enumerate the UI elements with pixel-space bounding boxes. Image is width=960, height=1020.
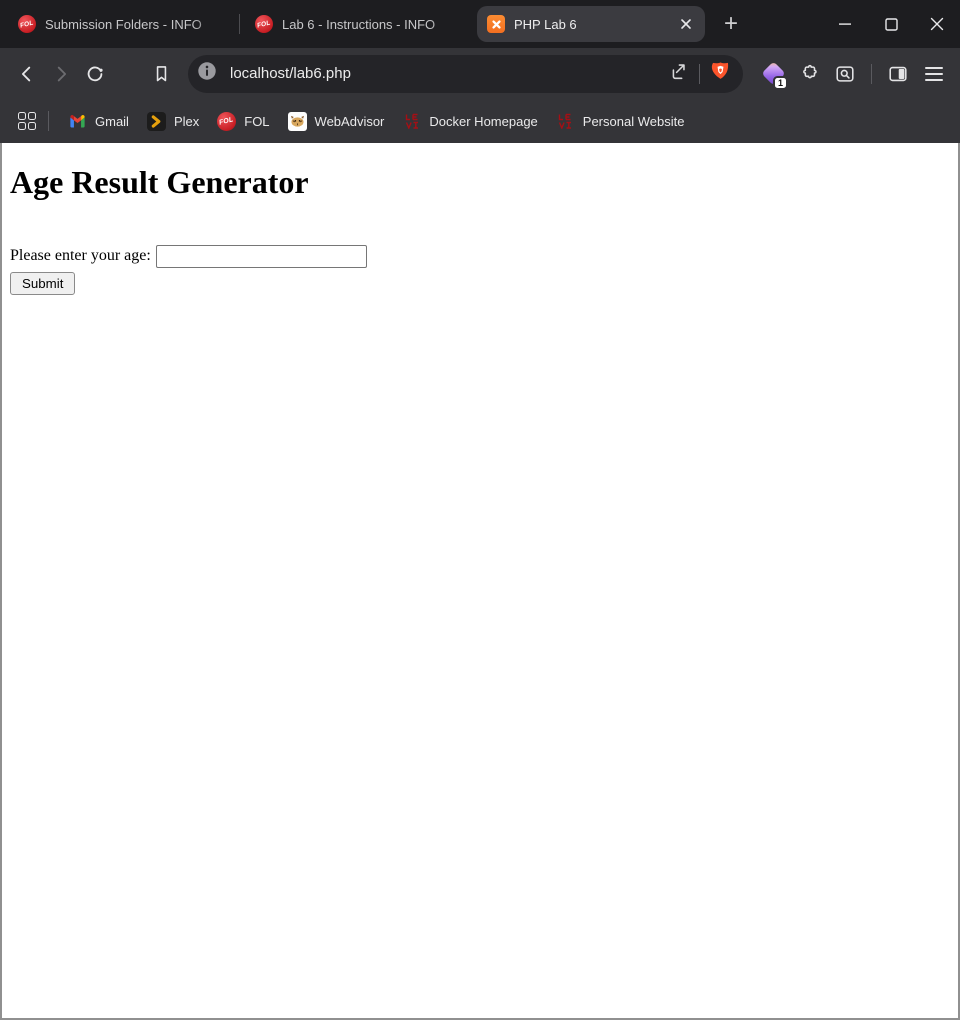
fol-favicon-icon: FOL <box>18 15 36 33</box>
toolbar-separator <box>871 64 872 84</box>
bookmark-fol[interactable]: FOL FOL <box>208 107 278 136</box>
window-controls <box>822 0 960 48</box>
tab-separator <box>239 14 240 34</box>
webadvisor-icon <box>288 112 307 131</box>
age-form: Please enter your age: Submit <box>10 245 950 295</box>
page-content: Age Result Generator Please enter your a… <box>0 143 960 1020</box>
gmail-icon <box>68 112 87 131</box>
new-tab-button[interactable]: + <box>715 8 747 40</box>
tab-title: Lab 6 - Instructions - INFO <box>282 17 461 32</box>
tab-title: Submission Folders - INFO <box>45 17 224 32</box>
url-bar[interactable]: localhost/lab6.php <box>188 55 743 93</box>
levi-logo-icon <box>556 112 575 131</box>
levi-logo-icon <box>402 112 421 131</box>
tab-submission-folders[interactable]: FOL Submission Folders - INFO <box>8 6 234 42</box>
bookmark-docker-homepage[interactable]: Docker Homepage <box>393 107 546 136</box>
back-icon[interactable] <box>10 57 44 91</box>
fol-favicon-text: FOL <box>20 19 35 29</box>
toolbar-right-cluster: 1 <box>757 58 950 90</box>
maximize-button[interactable] <box>868 0 914 48</box>
minimize-button[interactable] <box>822 0 868 48</box>
bookmark-label: Personal Website <box>583 114 685 129</box>
bookmark-label: Gmail <box>95 114 129 129</box>
plex-icon <box>147 112 166 131</box>
menu-hamburger-icon[interactable] <box>918 58 950 90</box>
bookmark-label: Plex <box>174 114 199 129</box>
bookmark-plex[interactable]: Plex <box>138 107 208 136</box>
navigation-toolbar: localhost/lab6.php <box>0 48 960 99</box>
tab-title: PHP Lab 6 <box>514 17 671 32</box>
extension-gem-icon[interactable]: 1 <box>757 58 789 90</box>
reload-icon[interactable] <box>78 57 112 91</box>
urlbar-separator <box>699 64 700 84</box>
apps-grid-icon[interactable] <box>12 106 42 136</box>
page-title: Age Result Generator <box>10 164 950 201</box>
tab-strip: FOL Submission Folders - INFO FOL Lab 6 … <box>0 0 960 48</box>
forward-icon[interactable] <box>44 57 78 91</box>
share-icon[interactable] <box>667 60 689 87</box>
site-info-icon[interactable] <box>196 60 218 87</box>
extensions-puzzle-icon[interactable] <box>793 58 825 90</box>
brave-shield-icon[interactable] <box>710 60 731 87</box>
url-text: localhost/lab6.php <box>230 65 667 82</box>
bookmark-webadvisor[interactable]: WebAdvisor <box>279 107 394 136</box>
age-input[interactable] <box>156 245 367 268</box>
bookmark-label: WebAdvisor <box>315 114 385 129</box>
bookmark-label: Docker Homepage <box>429 114 537 129</box>
fol-icon-text: FOL <box>219 116 235 126</box>
extension-badge: 1 <box>773 76 788 90</box>
bookmarks-bar: Gmail Plex FOL FOL <box>0 99 960 143</box>
fol-favicon-icon: FOL <box>255 15 273 33</box>
bookmark-gmail[interactable]: Gmail <box>59 107 138 136</box>
close-window-button[interactable] <box>914 0 960 48</box>
tab-php-lab6-active[interactable]: PHP Lab 6 <box>477 6 705 42</box>
submit-button[interactable]: Submit <box>10 272 75 295</box>
tab-lab6-instructions[interactable]: FOL Lab 6 - Instructions - INFO <box>245 6 471 42</box>
xampp-favicon-icon <box>487 15 505 33</box>
sidebar-toggle-icon[interactable] <box>882 58 914 90</box>
fol-favicon-text: FOL <box>257 19 272 29</box>
bookmark-personal-website[interactable]: Personal Website <box>547 107 694 136</box>
search-window-icon[interactable] <box>829 58 861 90</box>
bookmark-icon[interactable] <box>144 57 178 91</box>
fol-icon: FOL <box>217 112 236 131</box>
bookmarks-separator <box>48 111 49 131</box>
age-label: Please enter your age: <box>10 247 151 265</box>
browser-window: FOL Submission Folders - INFO FOL Lab 6 … <box>0 0 960 1020</box>
tab-close-icon[interactable] <box>677 15 695 33</box>
bookmark-label: FOL <box>244 114 269 129</box>
